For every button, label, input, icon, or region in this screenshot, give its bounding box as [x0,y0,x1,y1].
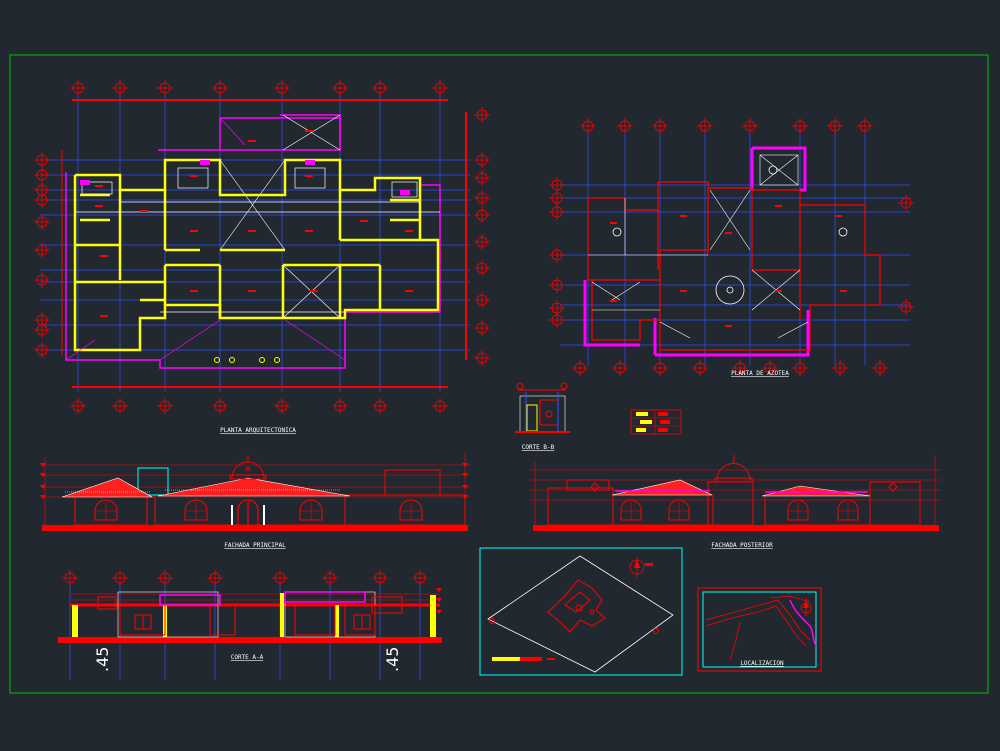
fixture [400,190,410,195]
room-tag [190,290,198,292]
room-tag [100,315,108,317]
section-aa-ground [58,637,442,643]
room-tag [310,290,318,292]
room-tag [100,255,108,257]
room-tag [405,290,413,292]
room-tag [840,290,847,292]
room-tag [360,220,368,222]
room-tag [95,205,103,207]
floor-plan-title: PLANTA ARQUITECTONICA [220,427,296,434]
fixture [80,180,90,185]
room-tag [725,325,732,327]
section-bb-title: CORTE B-B [522,444,555,451]
room-tag [305,130,313,132]
room-tag [610,300,617,302]
room-tag [305,230,313,232]
room-tag [835,215,842,217]
roof-plan-title: PLANTA DE AZOTEA [731,370,789,377]
section-aa-title: CORTE A-A [231,654,264,661]
fixture [200,160,210,165]
room-tag [610,222,617,224]
room-tag [775,290,782,292]
room-tag [680,215,687,217]
room-tag [775,205,782,207]
room-tag [140,210,148,212]
front-elevation-ground [42,525,468,531]
room-tag [405,230,413,232]
room-tag [248,140,256,142]
room-tag [248,230,256,232]
room-tag [190,175,198,177]
front-elevation-title: FACHADA PRINCIPAL [224,542,286,549]
level-label-left: .45 [93,647,112,672]
room-tag [248,290,256,292]
room-tag [95,185,103,187]
room-tag [190,230,198,232]
room-tag [725,232,732,234]
fixture [305,160,315,165]
cad-drawing-sheet[interactable]: PLANTA ARQUITECTONICA PLANTA DE AZOTEA C… [0,0,1000,751]
room-tag [305,175,313,177]
rear-elevation-ground [533,525,939,531]
room-tag [680,290,687,292]
rear-elevation-title: FACHADA POSTERIOR [711,542,773,549]
level-label-right: .45 [383,647,402,672]
location-title: LOCALIZACION [740,660,784,667]
